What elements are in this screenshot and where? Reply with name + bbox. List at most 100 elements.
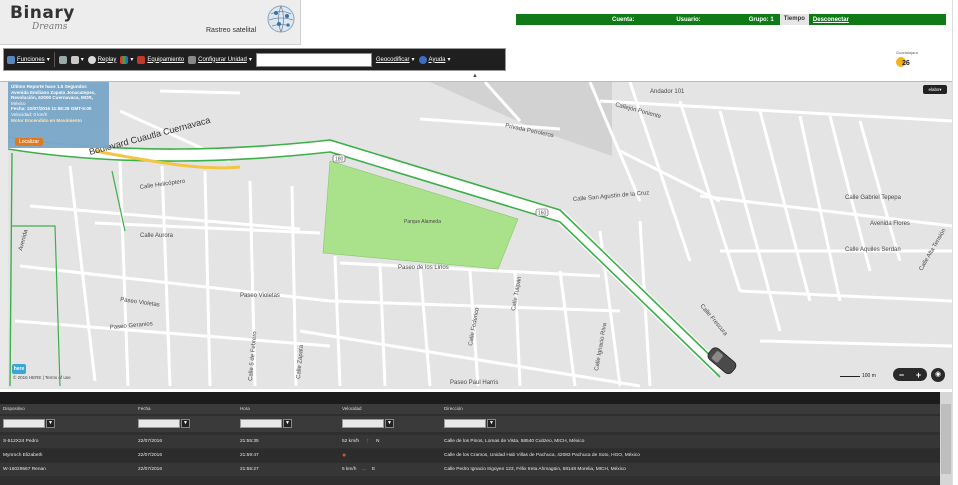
search-input[interactable] xyxy=(255,52,372,67)
date-cell: 22/07/2016 xyxy=(138,453,163,458)
equipamiento-button[interactable]: Equipamiento xyxy=(137,55,185,64)
equipment-icon xyxy=(137,55,146,64)
street-label: Calle Ignacio Riva xyxy=(594,322,608,371)
filter-input[interactable] xyxy=(240,419,282,428)
street-label: Calle Frescura xyxy=(698,303,728,337)
table-row[interactable]: S-512X24 Pedro 22/07/2016 21:55:35 52 km… xyxy=(0,435,940,448)
direction-arrow-icon: ↑ xyxy=(366,438,370,445)
column-header[interactable]: Fecha xyxy=(138,406,151,411)
brand-logo-subtext: Dreams xyxy=(32,22,68,32)
chevron-down-icon: ▾ xyxy=(447,57,451,63)
direction-arrow-icon: → xyxy=(360,466,367,473)
gear-icon xyxy=(188,55,197,64)
street-label: Calle Tulipán xyxy=(511,276,523,311)
vehicle-icon xyxy=(58,55,67,64)
zoom-control: − + xyxy=(893,368,927,381)
time-cell: 21:59:47 xyxy=(240,453,259,458)
grid-header-row: Dispositivo Fecha Hora Velocidad Direcci… xyxy=(0,404,952,414)
speed-cell: 5 km/h xyxy=(342,467,357,472)
scale-label: 100 m xyxy=(862,373,876,379)
filter-input[interactable] xyxy=(3,419,45,428)
disconnect-link[interactable]: Desconectar xyxy=(813,17,849,23)
replay-button[interactable]: Replay xyxy=(87,55,117,64)
stopped-pin-icon: ● xyxy=(342,452,347,459)
column-header[interactable]: Dirección xyxy=(444,406,463,411)
brand-tagline: Rastreo satelital xyxy=(206,27,257,34)
street-label: Andador 101 xyxy=(650,89,685,95)
filter-icon[interactable]: ▼ xyxy=(46,419,55,428)
column-header[interactable]: Velocidad xyxy=(342,406,362,411)
main-toolbar: Funciones ▾ ▾ Replay ▾ Equipamiento Conf… xyxy=(3,48,506,71)
address-cell: Calle de los Cramos, Unidad Hab Villas d… xyxy=(444,453,640,458)
map-layers-icon[interactable]: ◉ xyxy=(931,368,945,382)
street-label: Calle Aquiles Serdán xyxy=(845,247,901,253)
map-view[interactable]: 180 160 Boulevard Cuautla Cuernavaca And… xyxy=(0,81,952,389)
engine-status: Motor Encendido en Movimiento xyxy=(11,117,82,123)
collapse-arrow-icon[interactable]: ▲ xyxy=(472,73,478,79)
filter-icon[interactable]: ▼ xyxy=(385,419,394,428)
table-row[interactable]: Mynroch Elizabeth 22/07/2016 21:59:47 ● … xyxy=(0,449,940,462)
speed-cell: 52 km/h xyxy=(342,439,360,444)
filter-icon[interactable]: ▼ xyxy=(487,419,496,428)
map-options-button[interactable]: elabs▾ xyxy=(923,85,947,94)
street-label: Calle Gabriel Tepepa xyxy=(845,195,902,201)
session-status-bar: Cuenta: Usuario: Grupo: 1 Tiempo Descone… xyxy=(516,14,946,25)
table-row[interactable]: W-16029567 Renan 22/07/2016 21:55:27 5 k… xyxy=(0,463,940,476)
address-line: Revolución, 62000 Cuernavaca, MOR, xyxy=(11,95,93,101)
equipamiento-label: Equipamiento xyxy=(147,56,185,63)
street-label: Calle Aurora xyxy=(140,233,174,239)
heading-cell: N xyxy=(376,439,380,444)
grid-toolbar xyxy=(0,392,952,404)
scrollbar-thumb[interactable] xyxy=(941,404,951,474)
column-header[interactable]: Hora xyxy=(240,406,250,411)
layers-icon xyxy=(120,55,129,64)
map-attribution[interactable]: © 2016 HERE | Terms of use xyxy=(13,375,71,380)
zoom-in-button[interactable]: + xyxy=(916,370,921,380)
locate-button[interactable]: Localizar xyxy=(15,138,44,146)
replay-label: Replay xyxy=(97,56,117,63)
configurar-unidad-button[interactable]: Configurar Unidad ▾ xyxy=(188,55,252,64)
configurar-label: Configurar Unidad xyxy=(198,56,247,63)
time-cell: 21:55:27 xyxy=(240,467,259,472)
address-cell: Calle Pedro Ignacio Irigoyen 123, Félix … xyxy=(444,467,626,472)
time-cell: 21:55:35 xyxy=(240,439,259,444)
chevron-down-icon: ▾ xyxy=(80,57,84,63)
date-cell: 22/07/2016 xyxy=(138,467,163,472)
weather-temperature: 26 xyxy=(902,60,910,67)
filter-input[interactable] xyxy=(342,419,384,428)
account-label: Cuenta: xyxy=(612,16,635,23)
chevron-down-icon: ▾ xyxy=(411,57,415,63)
date-cell: 22/07/2016 xyxy=(138,439,163,444)
here-logo: here xyxy=(12,364,26,374)
filter-input[interactable] xyxy=(138,419,180,428)
column-header[interactable]: Dispositivo xyxy=(3,406,25,411)
help-icon xyxy=(418,55,427,64)
chevron-down-icon: ▾ xyxy=(46,57,50,63)
filter-icon[interactable]: ▼ xyxy=(283,419,292,428)
geocodificar-button[interactable]: Geocodificar ▾ xyxy=(376,56,415,64)
grid-filter-row: ▼ ▼ ▼ ▼ ▼ xyxy=(0,416,952,432)
street-label: Calle San Agustín de la Cruz xyxy=(573,190,650,203)
route-shield: 180 xyxy=(335,157,344,163)
chevron-down-icon: ▾ xyxy=(130,57,134,63)
zoom-out-button[interactable]: − xyxy=(899,370,904,380)
street-label: Avenida Flores xyxy=(870,221,910,227)
route-tool-button[interactable]: ▾ xyxy=(70,55,84,64)
street-label: Paseo Paul Harris xyxy=(450,380,498,386)
funciones-label: Funciones xyxy=(17,56,45,63)
layers-menu-button[interactable]: ▾ xyxy=(120,55,134,64)
address-cell: Calle de los Pinos, Lomas de Vista, 5854… xyxy=(444,439,585,444)
heading-cell: E xyxy=(372,467,376,472)
vehicle-tool-button[interactable] xyxy=(58,55,67,64)
time-label: Tiempo xyxy=(779,14,809,25)
funciones-menu[interactable]: Funciones ▾ xyxy=(7,55,50,64)
vehicle-marker-icon[interactable] xyxy=(706,346,738,376)
filter-input[interactable] xyxy=(444,419,486,428)
map-canvas[interactable]: 180 160 Boulevard Cuautla Cuernavaca And… xyxy=(0,82,952,389)
map-scale: 100 m xyxy=(840,373,876,379)
park-label: Parque Alameda xyxy=(404,219,441,225)
ayuda-menu[interactable]: Ayuda ▾ xyxy=(418,55,451,64)
street-label: Calle Zapata xyxy=(296,344,305,379)
filter-icon[interactable]: ▼ xyxy=(181,419,190,428)
street-label: Paseo de los Lirios xyxy=(398,265,449,271)
